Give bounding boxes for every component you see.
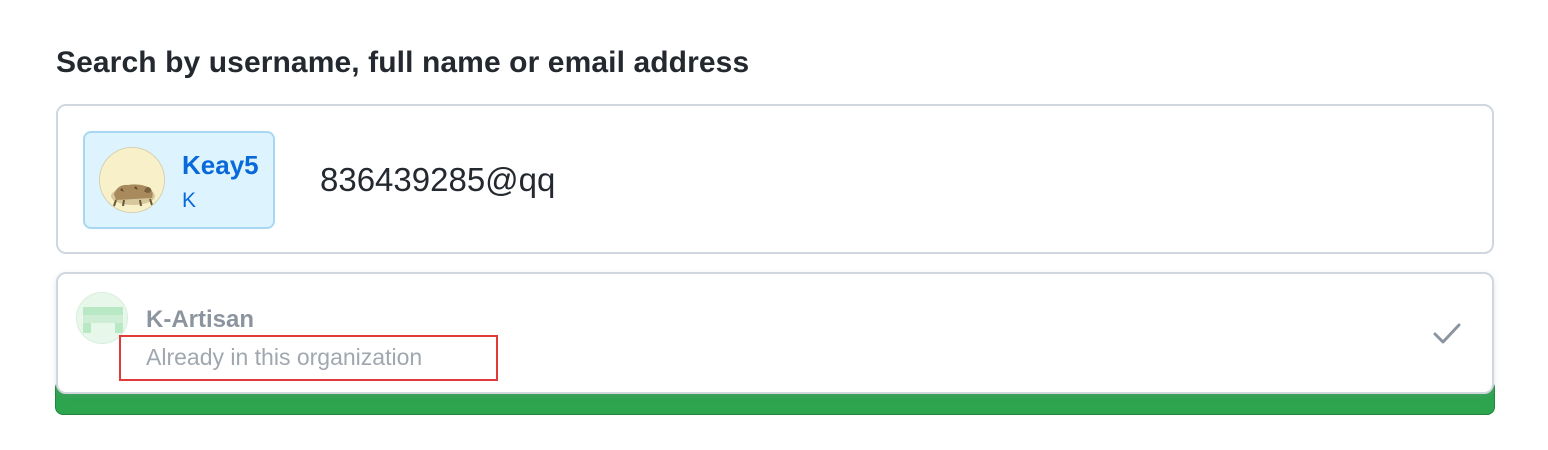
suggestion-name: K-Artisan [146,306,255,333]
search-label: Search by username, full name or email a… [56,46,750,79]
search-input[interactable] [320,158,1420,202]
selected-user-username: Keay5 [182,150,259,180]
selected-user-name: K [182,189,197,212]
avatar [99,147,165,213]
org-avatar [76,292,128,344]
invite-member-page: Search by username, full name or email a… [0,0,1548,450]
selected-user-chip[interactable]: Keay5 K [83,131,275,229]
cat-avatar-icon [100,148,164,212]
search-box[interactable]: Keay5 K [56,104,1494,254]
check-icon [1433,323,1461,344]
suggestion-status: Already in this organization [146,344,423,370]
organization-avatar-icon [77,293,127,343]
suggestion-item[interactable]: K-Artisan Already in this organization [56,272,1494,394]
